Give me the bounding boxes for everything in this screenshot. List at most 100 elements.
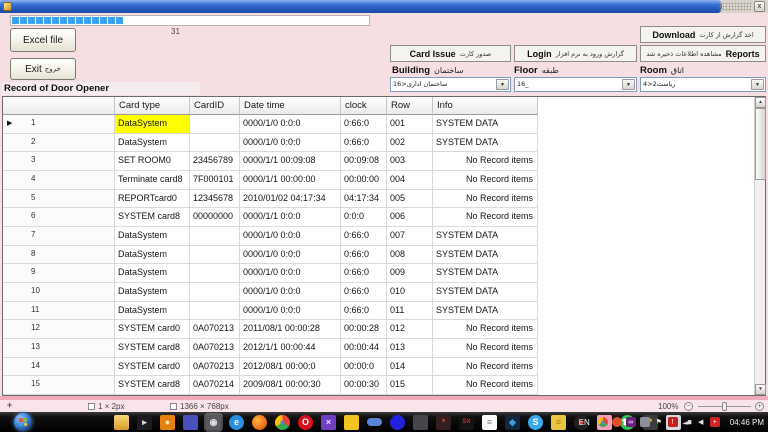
cell-card-type[interactable]: DataSystem — [115, 283, 190, 302]
cell-clock[interactable]: 0:66:0 — [341, 264, 387, 283]
login-button[interactable]: Login گزارش ورود به نرم افزار — [514, 45, 637, 62]
cell-clock[interactable]: 00:00:0 — [341, 358, 387, 377]
cell-date-time[interactable]: 0000/1/1 00:09:08 — [240, 152, 341, 171]
cell-date-time[interactable]: 0000/1/0 0:0:0 — [240, 227, 341, 246]
table-row[interactable]: 14SYSTEM card00A0702132012/08/1 00:00:00… — [3, 358, 754, 377]
blue-ball-icon[interactable] — [390, 415, 405, 430]
table-row[interactable]: ▶1DataSystem0000/1/0 0:0:00:66:0001SYSTE… — [3, 115, 754, 134]
cell-row[interactable]: 002 — [387, 134, 433, 153]
row-header[interactable]: 11 — [3, 302, 115, 321]
cell-info[interactable]: SYSTEM DATA — [433, 283, 538, 302]
cell-clock[interactable]: 00:00:44 — [341, 339, 387, 358]
scroll-up-icon[interactable]: ▲ — [755, 97, 766, 108]
cell-card-type[interactable]: DataSystem — [115, 246, 190, 265]
floor-select[interactable]: 16_ ▼ — [514, 77, 637, 92]
blue-app-icon[interactable] — [183, 415, 198, 430]
column-header-row[interactable]: Row — [387, 97, 433, 115]
cell-row[interactable]: 011 — [387, 302, 433, 321]
cell-row[interactable]: 004 — [387, 171, 433, 190]
titlebar-grip[interactable] — [719, 2, 751, 11]
scrollbar-thumb[interactable] — [755, 108, 766, 180]
flag-tray-icon[interactable]: ⚑ — [654, 417, 664, 427]
sx-app-icon[interactable]: SX — [459, 415, 474, 430]
cell-info[interactable]: SYSTEM DATA — [433, 227, 538, 246]
cell-clock[interactable]: 0:0:0 — [341, 208, 387, 227]
folder-stack-icon[interactable]: ≡ — [551, 415, 566, 430]
download-button[interactable]: Download اخذ گزارش از کارت — [640, 26, 766, 43]
cell-card-type[interactable]: DataSystem — [115, 134, 190, 153]
cell-info[interactable]: No Record items — [433, 376, 538, 395]
table-row[interactable]: 11DataSystem0000/1/0 0:0:00:66:0011SYSTE… — [3, 302, 754, 321]
navy-app-icon[interactable]: ◆ — [505, 415, 520, 430]
orange-tray-icon[interactable] — [612, 417, 622, 427]
cell-card-type[interactable]: REPORTcard0 — [115, 190, 190, 209]
cell-info[interactable]: No Record items — [433, 208, 538, 227]
table-row[interactable]: 9DataSystem0000/1/0 0:0:00:66:0009SYSTEM… — [3, 264, 754, 283]
exit-button[interactable]: Exit خروج — [10, 58, 76, 80]
row-header[interactable]: 9 — [3, 264, 115, 283]
cell-clock[interactable]: 0:66:0 — [341, 283, 387, 302]
vs-tray-icon[interactable]: ∞ — [626, 417, 636, 427]
taskbar-clock[interactable]: 04:46 PM — [730, 418, 764, 427]
cell-clock[interactable]: 04:17:34 — [341, 190, 387, 209]
cell-date-time[interactable]: 0000/1/0 0:0:0 — [240, 302, 341, 321]
cell-card-id[interactable] — [190, 283, 240, 302]
table-row[interactable]: 10DataSystem0000/1/0 0:0:00:66:0010SYSTE… — [3, 283, 754, 302]
cell-card-type[interactable]: DataSystem — [115, 302, 190, 321]
network-tray-icon[interactable]: ▂▄▆ — [682, 417, 692, 427]
table-row[interactable]: 8DataSystem0000/1/0 0:0:00:66:0008SYSTEM… — [3, 246, 754, 265]
volume-tray-icon[interactable]: ◀ — [696, 417, 706, 427]
table-row[interactable]: 3SET ROOM0234567890000/1/1 00:09:0800:09… — [3, 152, 754, 171]
cell-date-time[interactable]: 0000/1/1 00:00:00 — [240, 171, 341, 190]
internet-explorer-icon[interactable]: e — [229, 415, 244, 430]
cell-row[interactable]: 013 — [387, 339, 433, 358]
cell-date-time[interactable]: 2012/1/1 00:00:44 — [240, 339, 341, 358]
zoom-in-icon[interactable]: + — [755, 402, 764, 411]
cell-card-type[interactable]: SYSTEM card0 — [115, 320, 190, 339]
table-row[interactable]: 7DataSystem0000/1/0 0:0:00:66:0007SYSTEM… — [3, 227, 754, 246]
table-row[interactable]: 6SYSTEM card8000000000000/1/1 0:0:00:0:0… — [3, 208, 754, 227]
cell-card-id[interactable]: 00000000 — [190, 208, 240, 227]
column-header-card-type[interactable]: Card type — [115, 97, 190, 115]
table-row[interactable]: 15SYSTEM card80A0702142009/08/1 00:00:30… — [3, 376, 754, 395]
cell-row[interactable]: 015 — [387, 376, 433, 395]
cell-row[interactable]: 014 — [387, 358, 433, 377]
cell-info[interactable]: No Record items — [433, 152, 538, 171]
vertical-scrollbar[interactable]: ▲ ▼ — [754, 97, 765, 395]
security-tray-icon[interactable]: + — [710, 417, 720, 427]
cell-card-type[interactable]: SYSTEM card8 — [115, 376, 190, 395]
cell-card-id[interactable]: 0A070214 — [190, 376, 240, 395]
cell-row[interactable]: 005 — [387, 190, 433, 209]
cell-date-time[interactable]: 0000/1/0 0:0:0 — [240, 134, 341, 153]
cell-card-type[interactable]: SYSTEM card8 — [115, 208, 190, 227]
dark-red-app-icon[interactable]: * — [436, 415, 451, 430]
chevron-down-icon[interactable]: ▼ — [622, 79, 635, 90]
cell-date-time[interactable]: 0000/1/0 0:0:0 — [240, 246, 341, 265]
cell-clock[interactable]: 0:66:0 — [341, 227, 387, 246]
cell-row[interactable]: 010 — [387, 283, 433, 302]
building-select[interactable]: ساختمان اداری<16 ▼ — [390, 77, 511, 92]
cell-card-type[interactable]: DataSystem — [115, 264, 190, 283]
cell-date-time[interactable]: 0000/1/0 0:0:0 — [240, 264, 341, 283]
cell-info[interactable]: No Record items — [433, 190, 538, 209]
cell-card-type[interactable]: DataSystem — [115, 227, 190, 246]
cell-card-id[interactable] — [190, 264, 240, 283]
card-issue-button[interactable]: Card Issue صدور کارت — [390, 45, 511, 62]
zoom-slider-thumb[interactable] — [722, 402, 727, 411]
row-header[interactable]: 5 — [3, 190, 115, 209]
cell-clock[interactable]: 00:00:28 — [341, 320, 387, 339]
cell-date-time[interactable]: 2009/08/1 00:00:30 — [240, 376, 341, 395]
cell-card-id[interactable] — [190, 246, 240, 265]
chevron-down-icon[interactable]: ▼ — [496, 79, 509, 90]
cell-card-id[interactable]: 7F000101 — [190, 171, 240, 190]
cell-row[interactable]: 001 — [387, 115, 433, 134]
language-indicator[interactable]: EN — [579, 418, 590, 427]
row-header[interactable]: 4 — [3, 171, 115, 190]
document-icon[interactable]: ≡ — [482, 415, 497, 430]
cell-card-type[interactable]: SYSTEM card8 — [115, 339, 190, 358]
explorer-icon[interactable] — [114, 415, 129, 430]
row-header[interactable]: 6 — [3, 208, 115, 227]
cell-clock[interactable]: 0:66:0 — [341, 134, 387, 153]
cell-card-id[interactable]: 0A070213 — [190, 320, 240, 339]
cell-card-id[interactable]: 23456789 — [190, 152, 240, 171]
